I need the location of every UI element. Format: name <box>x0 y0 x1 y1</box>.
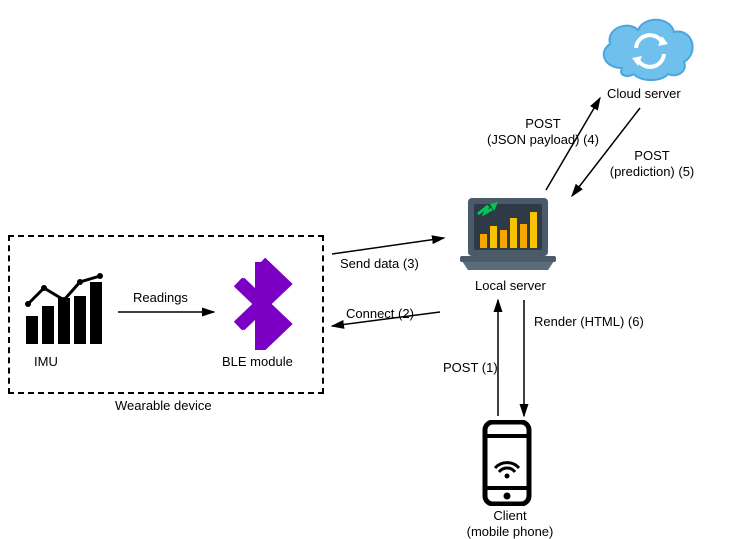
render-label: Render (HTML) (6) <box>534 314 644 330</box>
cloud-server-label: Cloud server <box>607 86 681 102</box>
imu-icon <box>22 268 108 351</box>
connect-label: Connect (2) <box>346 306 414 322</box>
post-json-label: POST (JSON payload) (4) <box>478 116 608 147</box>
imu-label: IMU <box>34 354 58 370</box>
wearable-box-label: Wearable device <box>115 398 212 414</box>
post-pred-line1: POST <box>634 148 669 163</box>
client-label-line1: Client <box>493 508 526 523</box>
client-phone-icon <box>481 420 533 509</box>
post-pred-line2: (prediction) (5) <box>610 164 695 179</box>
post-pred-label: POST (prediction) (5) <box>602 148 702 179</box>
post-json-line1: POST <box>525 116 560 131</box>
client-label-line2: (mobile phone) <box>467 524 554 539</box>
post-json-line2: (JSON payload) (4) <box>487 132 599 147</box>
readings-label: Readings <box>133 290 188 306</box>
ble-label: BLE module <box>222 354 293 370</box>
client-label: Client (mobile phone) <box>460 508 560 539</box>
post1-label: POST (1) <box>443 360 498 376</box>
cloud-server-icon <box>592 12 702 87</box>
local-server-icon <box>458 196 558 277</box>
local-server-label: Local server <box>475 278 546 294</box>
send-data-label: Send data (3) <box>340 256 419 272</box>
bluetooth-icon <box>226 258 296 353</box>
